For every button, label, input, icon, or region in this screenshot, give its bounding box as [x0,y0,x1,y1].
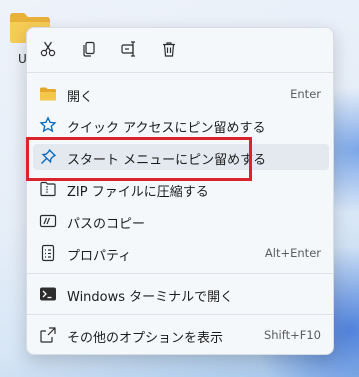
menu-item-label: プロパティ [67,249,132,264]
menu-item-label: Windows ターミナルで開く [67,290,234,305]
annotation-highlight-box [26,137,252,181]
cut-icon [39,40,57,62]
menu-item-more-options[interactable]: その他のオプションを表示 Shift+F10 [33,322,329,348]
delete-icon [160,40,178,62]
menu-item-shortcut: Shift+F10 [263,328,321,342]
copy-icon [80,40,98,62]
quick-action-bar [27,28,333,72]
menu-item-label: パスのコピー [67,217,146,232]
path-copy-icon [39,212,57,230]
separator [27,314,333,315]
star-icon [39,116,57,134]
terminal-icon [39,285,57,303]
zip-icon [39,180,57,198]
context-menu: 開く Enter クイック アクセスにピン留めする スタート メニューにピン留め… [26,27,334,355]
properties-icon [39,244,57,262]
menu-item-label: 開く [67,90,94,105]
menu-item-copy-path[interactable]: パスのコピー [33,208,329,234]
rename-icon [120,40,138,62]
more-options-icon [39,326,57,344]
separator [27,273,333,274]
cut-button[interactable] [35,38,61,64]
menu-item-open-terminal[interactable]: Windows ターミナルで開く [33,281,329,307]
copy-button[interactable] [76,38,102,64]
delete-button[interactable] [156,38,182,64]
folder-icon [39,85,57,103]
separator [27,72,333,73]
menu-item-shortcut: Alt+Enter [264,246,321,260]
menu-item-label: その他のオプションを表示 [67,331,224,346]
menu-item-open[interactable]: 開く Enter [33,81,329,107]
rename-button[interactable] [116,38,142,64]
menu-item-pin-quick-access[interactable]: クイック アクセスにピン留めする [33,112,329,138]
menu-item-label: クイック アクセスにピン留めする [67,121,266,136]
menu-item-shortcut: Enter [290,87,321,101]
menu-item-label: ZIP ファイルに圧縮する [67,185,209,200]
menu-item-properties[interactable]: プロパティ Alt+Enter [33,240,329,266]
